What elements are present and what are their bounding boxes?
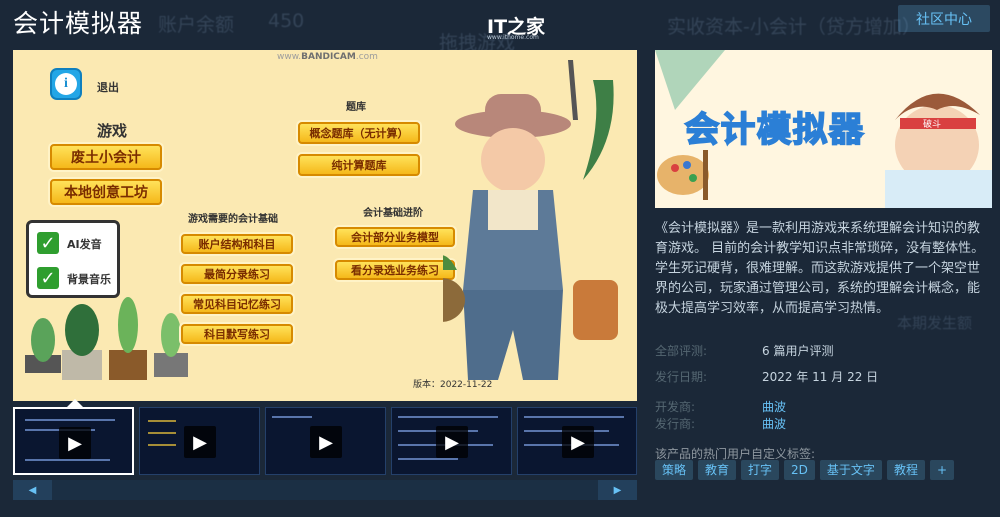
headband-text: 破斗: [923, 118, 941, 130]
play-icon: ▶: [562, 426, 594, 458]
community-hub-button[interactable]: 社区中心: [898, 5, 990, 32]
advanced-button: 看分录选业务练习: [335, 260, 455, 280]
play-icon: ▶: [436, 426, 468, 458]
background-word: 450: [268, 10, 305, 32]
tag-text-based[interactable]: 基于文字: [819, 460, 882, 480]
tag-list: 策略 教育 打字 2D 基于文字 教程 +: [655, 460, 955, 480]
cactus-illustration: [25, 297, 188, 380]
bank-heading: 题库: [346, 102, 366, 113]
selected-thumbnail-arrow: [67, 399, 83, 407]
info-icon: i: [50, 68, 82, 100]
basics-heading: 游戏需要的会计基础: [188, 214, 278, 225]
farmer-illustration: [443, 60, 618, 380]
add-tag-button[interactable]: +: [929, 460, 955, 480]
watermark: www.BANDICAM.com: [277, 52, 378, 62]
tag-tutorial[interactable]: 教程: [886, 460, 925, 480]
page-title: 会计模拟器: [13, 9, 144, 38]
capsule-title: 会计模拟器: [684, 109, 865, 151]
game-description: 《会计模拟器》是一款利用游戏来系统理解会计知识的教育游戏。 目前的会计教学知识点…: [655, 221, 985, 316]
play-icon: ▶: [310, 426, 342, 458]
tag-2d[interactable]: 2D: [784, 460, 815, 480]
check-icon: ✓: [37, 267, 59, 289]
background-word: 实收资本-小会计（贷方增加）: [667, 16, 921, 38]
basics-button: 账户结构和科目: [181, 234, 293, 254]
main-screenshot[interactable]: www.BANDICAM.com i 退出 游戏 废土小会计 本地创意工坊 ✓ …: [13, 50, 637, 401]
publisher-link[interactable]: 曲波: [762, 415, 786, 432]
developer-link[interactable]: 曲波: [762, 398, 786, 415]
publisher-label: 发行商:: [655, 417, 696, 431]
game-heading: 游戏: [97, 122, 128, 140]
release-date-value: 2022 年 11 月 22 日: [762, 370, 879, 384]
arrow-left-icon[interactable]: ◀: [13, 480, 52, 500]
background-word: 账户余额: [158, 14, 235, 36]
play-icon: ▶: [184, 426, 216, 458]
toggle-label: 背景音乐: [67, 273, 111, 286]
thumbnail-video[interactable]: ▶: [517, 407, 637, 475]
developer-label: 开发商:: [655, 400, 696, 414]
play-icon: ▶: [59, 427, 91, 459]
advanced-heading: 会计基础进阶: [363, 208, 423, 219]
thumbnail-video[interactable]: ▶: [391, 407, 512, 475]
settings-panel: ✓ AI发音 ✓ 背景音乐: [26, 220, 120, 298]
reviews-label: 全部评测:: [655, 344, 708, 358]
thumbnail-video[interactable]: ▶: [13, 407, 134, 475]
release-date-label: 发行日期:: [655, 370, 708, 384]
toggle-label: AI发音: [67, 238, 102, 251]
arrow-right-icon[interactable]: ▶: [598, 480, 637, 500]
bank-button: 概念题库（无计算）: [298, 122, 420, 144]
ithome-logo-url: www.ithome.com: [487, 34, 539, 41]
reviews-value[interactable]: 6 篇用户评测: [762, 342, 833, 359]
tag-education[interactable]: 教育: [698, 460, 737, 480]
tag-typing[interactable]: 打字: [741, 460, 780, 480]
scrollbar-thumb[interactable]: [52, 480, 607, 500]
version-label: 版本：2022-11-22: [413, 380, 493, 390]
header-capsule-image: 破斗 会计模拟器: [655, 50, 992, 208]
basics-button: 常见科目记忆练习: [181, 294, 293, 314]
check-icon: ✓: [37, 232, 59, 254]
basics-button: 科目默写练习: [181, 324, 293, 344]
advanced-button: 会计部分业务模型: [335, 227, 455, 247]
tag-strategy[interactable]: 策略: [655, 460, 694, 480]
game-button: 本地创意工坊: [50, 179, 162, 205]
thumbnail-video[interactable]: ▶: [139, 407, 260, 475]
thumbnail-video[interactable]: ▶: [265, 407, 386, 475]
game-button: 废土小会计: [50, 144, 162, 170]
exit-label: 退出: [97, 81, 119, 94]
bank-button: 纯计算题库: [298, 154, 420, 176]
basics-button: 最简分录练习: [181, 264, 293, 284]
